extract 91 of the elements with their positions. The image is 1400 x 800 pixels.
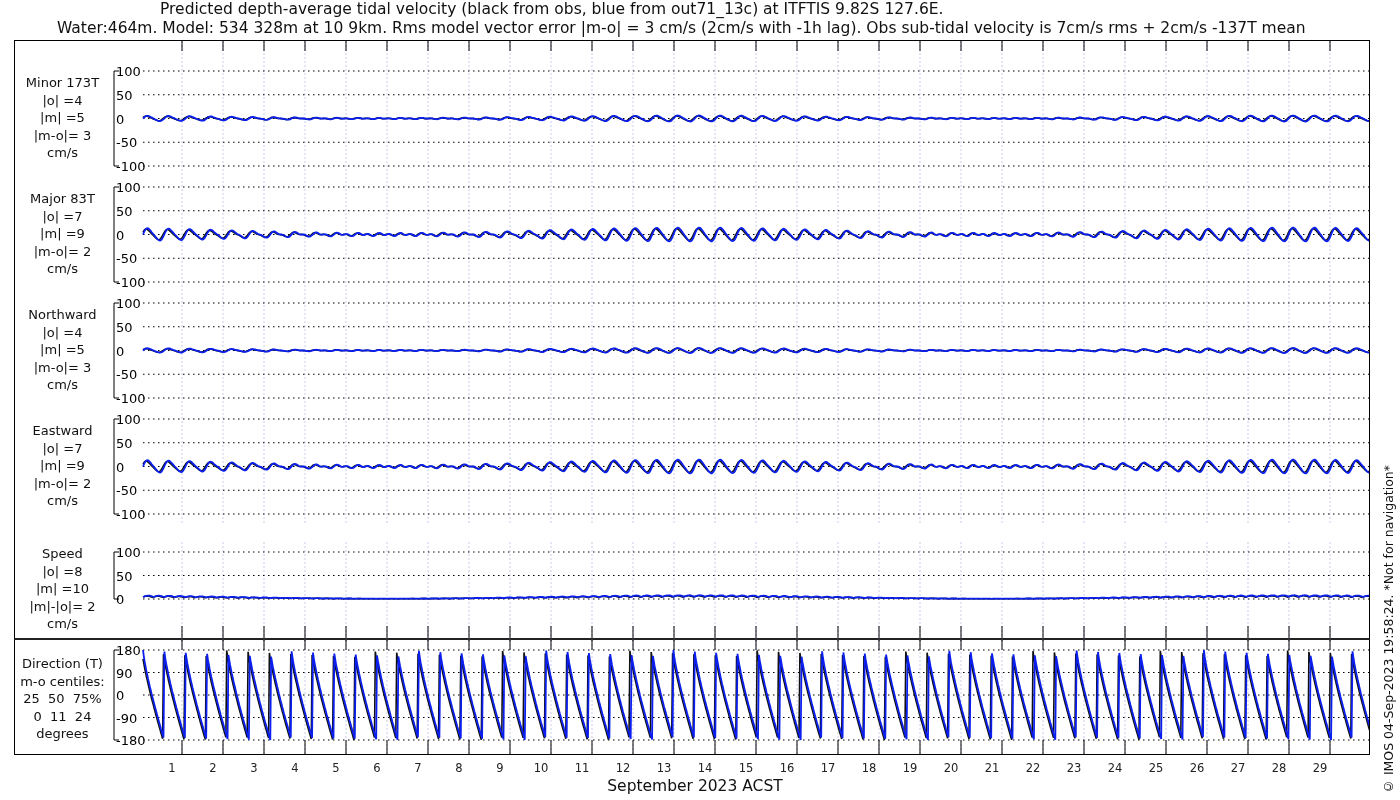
x-tick-label: 20 <box>943 761 959 775</box>
panel-label: Minor 173T <box>25 74 100 92</box>
y-tick-label: -50 <box>115 483 138 499</box>
chart-title: Predicted depth-average tidal velocity (black from obs, blue from out71_13c) at ITFTIS 9.82S 127.6E. <box>159 0 945 19</box>
panel-label: |m-o|= 2 <box>33 242 92 260</box>
panel-label: |o| =4 <box>42 91 83 109</box>
x-tick-label: 24 <box>1107 761 1123 775</box>
y-tick-label: 50 <box>115 435 133 451</box>
y-tick-label: 50 <box>115 319 133 335</box>
panel-label: cm/s <box>47 492 78 510</box>
panel-label: Northward <box>28 306 97 324</box>
y-tick-label: -100 <box>115 275 146 290</box>
y-tick-label: 0 <box>115 688 125 703</box>
x-tick-label: 4 <box>291 761 299 775</box>
x-tick-label: 21 <box>984 761 1000 775</box>
x-tick-label: 26 <box>1189 761 1205 775</box>
panel-label: Direction (T) <box>22 655 103 673</box>
x-tick-label: 12 <box>615 761 631 775</box>
y-tick-label: -180 <box>115 733 146 748</box>
x-tick-label: 14 <box>697 761 713 775</box>
x-tick-label: 15 <box>738 761 754 775</box>
y-tick-label: 0 <box>115 459 125 475</box>
y-tick-label: -50 <box>115 251 138 267</box>
chart-subtitle: Water:464m. Model: 534 328m at 10 9km. Rms model vector error |m-o| = 3 cm/s (2cm/s with -1h lag). Obs sub-tidal velocity is 7cm/s rms + 2cm/s -137T mean <box>56 19 1307 38</box>
x-tick-label: 13 <box>656 761 672 775</box>
y-tick-label: -50 <box>115 135 138 151</box>
x-tick-label: 11 <box>574 761 590 775</box>
y-tick-label: 180 <box>115 643 141 658</box>
x-tick-label: 29 <box>1312 761 1328 775</box>
x-tick-label: 19 <box>902 761 918 775</box>
panel-label: |o| =8 <box>42 562 83 580</box>
x-tick-label: 9 <box>496 761 504 775</box>
y-tick-label: 0 <box>115 227 125 243</box>
x-tick-label: 8 <box>455 761 463 775</box>
y-tick-label: 0 <box>115 343 125 359</box>
panel-label: Speed <box>42 545 83 563</box>
y-tick-label: -100 <box>115 507 146 522</box>
panel-label: cm/s <box>47 376 78 394</box>
y-tick-label: 100 <box>115 180 141 195</box>
copyright-note: © IMOS 04-Sep-2023 19:58:24. *Not for navigation* <box>1380 464 1396 794</box>
y-tick-label: 100 <box>115 296 141 311</box>
x-tick-label: 22 <box>1025 761 1041 775</box>
y-tick-label: 50 <box>115 568 133 584</box>
panel-label: |m| =5 <box>40 341 85 359</box>
y-tick-label: 0 <box>115 592 125 607</box>
y-tick-label: 50 <box>115 203 133 219</box>
x-tick-label: 5 <box>332 761 340 775</box>
x-tick-label: 6 <box>373 761 381 775</box>
panel-label: |m| =5 <box>40 109 85 127</box>
panel-label: |m| =9 <box>40 457 85 475</box>
y-tick-label: 0 <box>115 111 125 127</box>
panel-label: 0 11 24 <box>33 707 92 725</box>
panel-label: |m-o|= 3 <box>33 358 92 376</box>
x-tick-label: 3 <box>250 761 258 775</box>
panel-label: degrees <box>36 725 89 743</box>
x-tick-label: 17 <box>820 761 836 775</box>
y-tick-label: -50 <box>115 367 138 383</box>
panel-label: 25 50 75% <box>23 690 102 708</box>
x-tick-label: 10 <box>533 761 549 775</box>
panel-label: Eastward <box>32 422 93 440</box>
panel-label: |o| =4 <box>42 323 83 341</box>
x-tick-label: 16 <box>779 761 795 775</box>
panel-label: |o| =7 <box>42 439 83 457</box>
x-tick-label: 18 <box>861 761 877 775</box>
panel-label: cm/s <box>47 144 78 162</box>
panel-label: cm/s <box>47 615 78 633</box>
y-tick-label: 90 <box>115 665 133 681</box>
x-tick-label: 25 <box>1148 761 1164 775</box>
panel-label: |m|-|o|= 2 <box>29 597 96 615</box>
y-tick-label: 50 <box>115 87 133 103</box>
panel-label: |m| =10 <box>35 580 89 598</box>
y-tick-label: -100 <box>115 159 146 174</box>
x-tick-label: 7 <box>414 761 422 775</box>
panel-label: cm/s <box>47 260 78 278</box>
x-tick-label: 2 <box>209 761 217 775</box>
x-axis-title: September 2023 ACST <box>607 777 783 795</box>
panel-label: |m-o|= 3 <box>33 126 92 144</box>
y-tick-label: 100 <box>115 545 141 560</box>
y-tick-label: 100 <box>115 64 141 79</box>
x-tick-label: 27 <box>1230 761 1246 775</box>
y-tick-label: -90 <box>115 710 138 726</box>
panel-label: m-o centiles: <box>20 672 105 690</box>
y-tick-label: 100 <box>115 412 141 427</box>
y-tick-label: -100 <box>115 391 146 406</box>
panel-label: Major 83T <box>30 190 95 208</box>
x-tick-label: 1 <box>168 761 176 775</box>
panel-label: |m-o|= 2 <box>33 474 92 492</box>
x-tick-label: 28 <box>1271 761 1287 775</box>
panel-label: |o| =7 <box>42 207 83 225</box>
x-tick-label: 23 <box>1066 761 1082 775</box>
panel-label: |m| =9 <box>40 225 85 243</box>
